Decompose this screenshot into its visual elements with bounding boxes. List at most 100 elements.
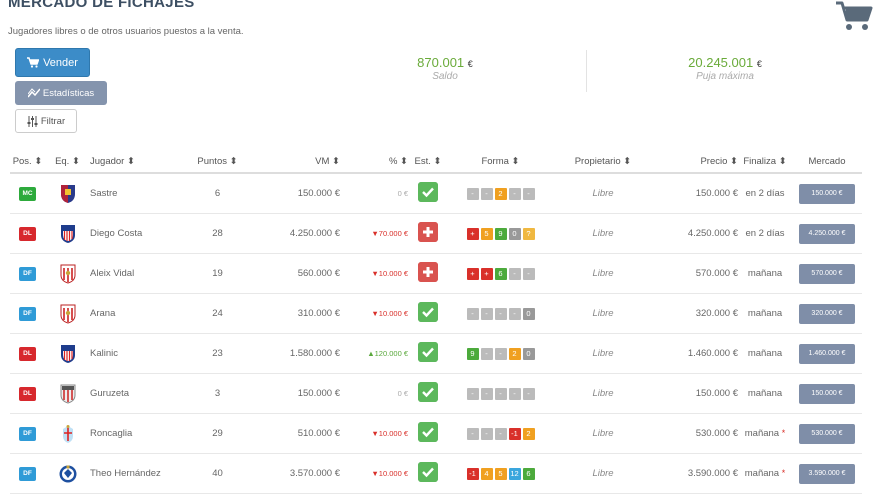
col-header-vm[interactable]: VM ⬍	[250, 150, 340, 174]
puja-value: 20.245.001	[688, 55, 754, 70]
player-name[interactable]: Sastre	[90, 173, 185, 214]
form-box: +	[466, 267, 479, 280]
form-box: 0	[522, 347, 535, 360]
shopping-cart-icon	[836, 1, 873, 30]
position-badge: DF	[19, 266, 36, 281]
col-header-price[interactable]: Precio ⬍	[653, 150, 738, 174]
market-bid-button[interactable]: 570.000 €	[799, 263, 855, 284]
form-strip: ----0	[448, 307, 553, 320]
player-points: 40	[185, 453, 250, 494]
ends-in: mañana	[747, 348, 783, 359]
table-row[interactable]: DL Diego Costa 28 4.250.000 € ▼70.000 € …	[10, 213, 862, 254]
player-name[interactable]: Roncaglia	[90, 413, 185, 454]
sevilla-crest-icon[interactable]	[59, 304, 77, 324]
form-box: -	[494, 347, 507, 360]
market-bid-button[interactable]: 150.000 €	[799, 383, 855, 404]
owner: Libre	[553, 373, 653, 414]
player-name[interactable]: Theo Hernández	[90, 453, 185, 494]
table-header-row: Pos. ⬍ Eq. ⬍ Jugador ⬍ Puntos ⬍ VM ⬍ % ⬍…	[10, 150, 862, 174]
market-bid-button[interactable]: 150.000 €	[799, 183, 855, 204]
table-row[interactable]: MC Sastre 6 150.000 € 0 € --2-- Libre 15…	[10, 173, 862, 214]
saldo-value: 870.001	[417, 55, 465, 70]
form-box: -	[508, 267, 521, 280]
atletico-crest-icon[interactable]	[59, 344, 77, 364]
injured-cross-icon	[418, 262, 438, 282]
form-box: -	[522, 267, 535, 280]
sevilla-crest-icon[interactable]	[59, 264, 77, 284]
atletico-crest-icon[interactable]	[59, 224, 77, 244]
price: 3.590.000 €	[653, 453, 738, 494]
player-points: 6	[185, 173, 250, 214]
form-box: -	[466, 387, 479, 400]
price: 150.000 €	[653, 173, 738, 214]
filter-button[interactable]: Filtrar	[15, 109, 77, 133]
form-box: -	[466, 187, 479, 200]
price: 4.250.000 €	[653, 213, 738, 254]
ends-in: mañana	[747, 388, 783, 399]
col-header-status[interactable]: Est. ⬍	[408, 150, 448, 174]
table-row[interactable]: DF Theo Hernández 40 3.570.000 € ▼10.000…	[10, 453, 862, 494]
col-header-owner[interactable]: Propietario ⬍	[553, 150, 653, 174]
form-box: 2	[494, 187, 507, 200]
form-box: 2	[508, 347, 521, 360]
form-box: -1	[466, 467, 479, 480]
position-badge: DL	[19, 226, 36, 241]
market-bid-button[interactable]: 4.250.000 €	[799, 223, 855, 244]
huesca-crest-icon[interactable]	[59, 184, 77, 204]
market-bid-button[interactable]: 320.000 €	[799, 303, 855, 324]
col-header-team[interactable]: Eq. ⬍	[45, 150, 90, 174]
injured-cross-icon	[418, 222, 438, 242]
position-badge: DF	[19, 466, 36, 481]
form-box: -	[494, 427, 507, 440]
form-box: -	[466, 307, 479, 320]
market-bid-button[interactable]: 3.590.000 €	[799, 463, 855, 484]
saldo-label: Saldo	[432, 71, 458, 82]
table-row[interactable]: DF Roncaglia 29 510.000 € ▼10.000 € ----…	[10, 413, 862, 454]
realsociedad-crest-icon[interactable]	[59, 464, 77, 484]
owner: Libre	[553, 453, 653, 494]
athletic-crest-icon[interactable]	[59, 384, 77, 404]
ends-in: mañana	[747, 268, 783, 279]
ends-in: en 2 días	[745, 228, 785, 239]
col-header-points[interactable]: Puntos ⬍	[185, 150, 250, 174]
col-header-player[interactable]: Jugador ⬍	[90, 150, 185, 174]
table-row[interactable]: DL Guruzeta 3 150.000 € 0 € ----- Libre …	[10, 373, 862, 414]
player-market-value: 3.570.000 €	[250, 453, 340, 494]
celta-crest-icon[interactable]	[59, 424, 77, 444]
player-name[interactable]: Diego Costa	[90, 213, 185, 254]
player-name[interactable]: Guruzeta	[90, 373, 185, 414]
page-subtitle: Jugadores libres o de otros usuarios pue…	[8, 26, 244, 37]
player-name[interactable]: Aleix Vidal	[90, 253, 185, 294]
form-box: -	[494, 307, 507, 320]
sell-button[interactable]: Vender	[15, 48, 90, 77]
stats-button[interactable]: Estadísticas	[15, 81, 107, 105]
puja-stat: 20.245.001 € Puja máxima	[650, 55, 800, 82]
market-bid-button[interactable]: 530.000 €	[799, 423, 855, 444]
col-header-pos[interactable]: Pos. ⬍	[10, 150, 45, 174]
sell-button-label: Vender	[43, 56, 78, 69]
table-row[interactable]: DL Kalinic 23 1.580.000 € ▲120.000 € 9--…	[10, 333, 862, 374]
player-name[interactable]: Arana	[90, 293, 185, 334]
form-box: -	[508, 387, 521, 400]
available-check-icon	[418, 422, 438, 442]
position-badge: MC	[19, 186, 36, 201]
page-title: MERCADO DE FICHAJES	[8, 0, 195, 11]
market-bid-button[interactable]: 1.460.000 €	[799, 343, 855, 364]
table-row[interactable]: DF Arana 24 310.000 € ▼10.000 € ----0 Li…	[10, 293, 862, 334]
col-header-form[interactable]: Forma ⬍	[448, 150, 553, 174]
owner: Libre	[553, 293, 653, 334]
available-check-icon	[418, 302, 438, 322]
col-header-pct[interactable]: % ⬍	[340, 150, 408, 174]
price: 150.000 €	[653, 373, 738, 414]
position-badge: DL	[19, 386, 36, 401]
col-header-ends[interactable]: Finaliza ⬍	[738, 150, 792, 174]
available-check-icon	[418, 462, 438, 482]
position-badge: DF	[19, 426, 36, 441]
form-box: -	[480, 347, 493, 360]
table-row[interactable]: DF Aleix Vidal 19 560.000 € ▼10.000 € + +…	[10, 253, 862, 294]
form-box: -	[480, 427, 493, 440]
form-strip: + +6- -	[448, 267, 553, 280]
form-box: 4	[480, 467, 493, 480]
player-name[interactable]: Kalinic	[90, 333, 185, 374]
player-points: 19	[185, 253, 250, 294]
